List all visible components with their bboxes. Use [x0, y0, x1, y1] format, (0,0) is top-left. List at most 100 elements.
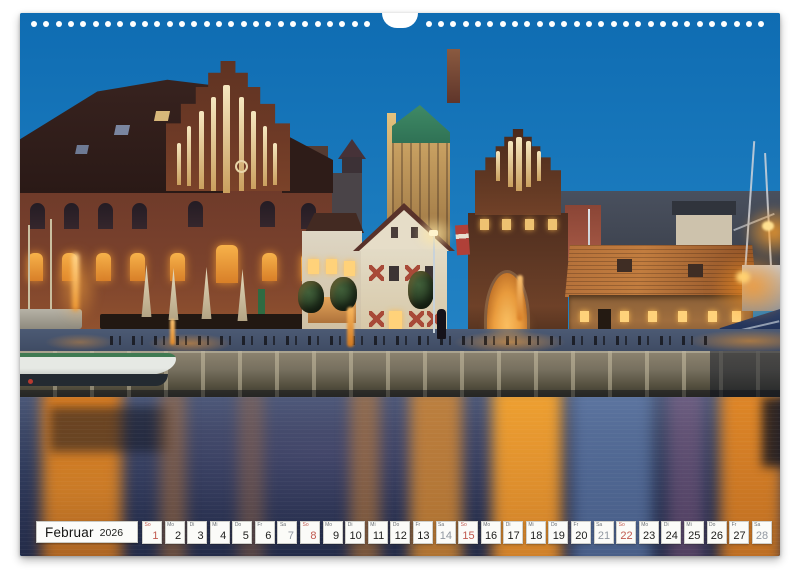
tree [298, 281, 324, 313]
arch-glow [482, 309, 534, 343]
day-number: 6 [265, 531, 271, 542]
calendar-day-cell: Mi4 [210, 521, 230, 544]
day-number: 18 [530, 531, 542, 542]
day-weekday-label: Di [348, 523, 353, 528]
day-number: 27 [733, 531, 745, 542]
binding-hole [450, 21, 456, 27]
calendar-day-cell: Sa14 [436, 521, 456, 544]
binding-hole [352, 21, 358, 27]
binding-hole [561, 21, 567, 27]
binding-hole [758, 21, 764, 27]
day-weekday-label: Do [235, 523, 241, 528]
day-weekday-label: Fr [257, 523, 262, 528]
day-weekday-label: Mo [483, 523, 490, 528]
binding-hole [315, 21, 321, 27]
binding-hole [142, 21, 148, 27]
calendar-day-cell: Mi 18 [526, 521, 546, 544]
street-lamp-head [762, 221, 774, 231]
binding-hole [204, 21, 210, 27]
binding-hole [635, 21, 641, 27]
calendar-day-cell: Do26 [707, 521, 727, 544]
right-building-window [580, 311, 589, 322]
calendar-day-cell: Sa7 [277, 521, 297, 544]
roof-dormer [617, 259, 632, 272]
gable-niche [223, 85, 230, 193]
binding-hole [167, 21, 173, 27]
binding-hole [586, 21, 592, 27]
binding-hole [253, 21, 259, 27]
calendar-day-cell: Di17 [503, 521, 523, 544]
calendar-day-cell: Mo23 [639, 521, 659, 544]
day-number: 28 [756, 531, 768, 542]
warehouse-window [260, 201, 275, 227]
wassertor-window [502, 219, 511, 230]
calendar-day-cell: So1 [142, 521, 162, 544]
day-number: 11 [373, 531, 384, 542]
binding-hole [241, 21, 247, 27]
tree [330, 277, 357, 311]
binding-hole [611, 21, 617, 27]
calendar-day-cell: Sa21 [594, 521, 614, 544]
day-weekday-label: Mi [370, 523, 375, 528]
calendar-day-cell: Fr6 [255, 521, 275, 544]
warehouse-lit-window [170, 253, 185, 281]
binding-hole [265, 21, 271, 27]
calendar-day-cell: Mo16 [481, 521, 501, 544]
calendar-day-cell: So15 [458, 521, 478, 544]
day-weekday-label: Fr [732, 523, 737, 528]
warehouse-window [64, 203, 79, 229]
calendar-day-cell: Do12 [390, 521, 410, 544]
gable-window [391, 227, 398, 238]
day-weekday-label: Fr [574, 523, 579, 528]
day-weekday-label: Do [393, 523, 399, 528]
day-weekday-label: Sa [280, 523, 286, 528]
binding-hole [734, 21, 740, 27]
day-number: 17 [508, 531, 520, 542]
white-boat-hull [20, 353, 176, 375]
day-number: 24 [666, 531, 678, 542]
warehouse-window [30, 203, 45, 229]
binding-hole [339, 21, 345, 27]
binding-hole [660, 21, 666, 27]
binding-hole [191, 21, 197, 27]
bollard-light [517, 275, 523, 321]
day-weekday-label: Mi [528, 523, 533, 528]
binding-hole [228, 21, 234, 27]
street-lamp-head [429, 230, 438, 236]
terrace-furniture [100, 314, 328, 329]
day-weekday-label: Di [190, 523, 195, 528]
white-boat-waterline [20, 374, 168, 386]
wassertor-niche [496, 151, 500, 181]
binding-hole [684, 21, 690, 27]
binding-hole [746, 21, 752, 27]
calendar-day-cell: So22 [616, 521, 636, 544]
roof-skylight [75, 145, 89, 154]
gabled-house-lit-window [389, 311, 402, 329]
day-number: 26 [711, 531, 723, 542]
binding-hole [43, 21, 49, 27]
binding-hole [537, 21, 543, 27]
day-number: 22 [620, 531, 632, 542]
day-number: 14 [440, 531, 452, 542]
binding-hole [475, 21, 481, 27]
wassertor-window [548, 219, 557, 230]
binding-hole [93, 21, 99, 27]
binding-hole [648, 21, 654, 27]
binding-hole [179, 21, 185, 27]
gable-oculus [235, 160, 248, 173]
day-number: 21 [598, 531, 610, 542]
gable-niche [177, 143, 181, 185]
day-weekday-label: Sa [754, 523, 760, 528]
binding-hole [105, 21, 111, 27]
right-building-window [648, 311, 657, 322]
binding-hole [364, 21, 370, 27]
binding-hole [68, 21, 74, 27]
warehouse-lit-window [262, 253, 277, 281]
wassertor-window [480, 219, 489, 230]
day-number: 4 [220, 531, 226, 542]
binding-hole [672, 21, 678, 27]
wassertor-niche [537, 151, 541, 181]
day-number: 13 [417, 531, 429, 542]
right-building-window [678, 311, 687, 322]
binding-hole [709, 21, 715, 27]
